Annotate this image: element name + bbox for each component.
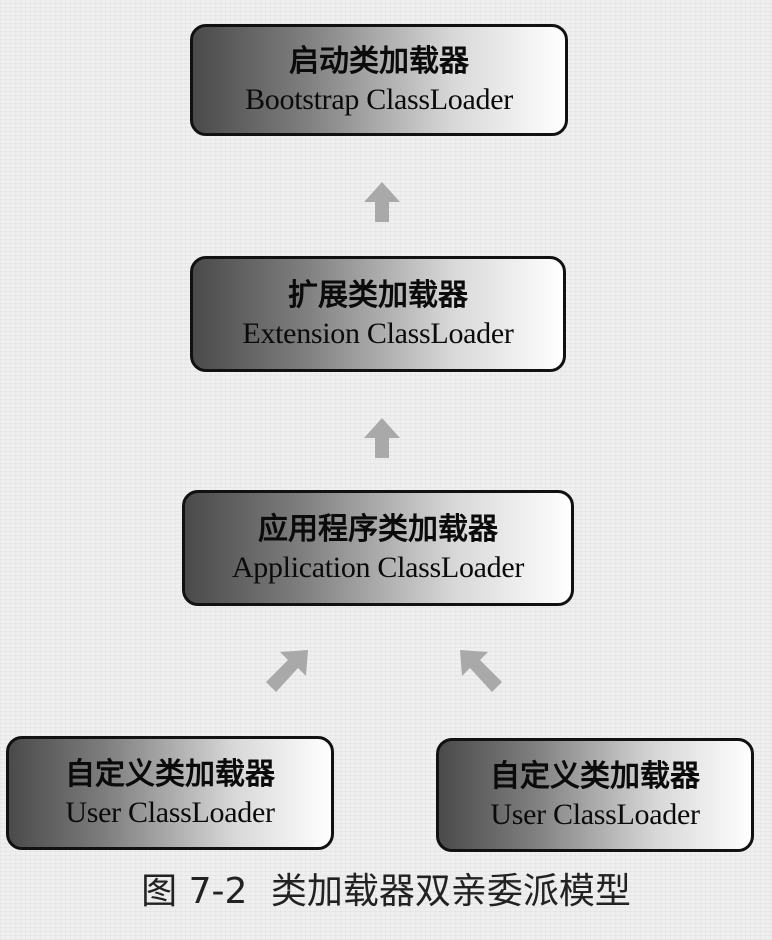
diagonal-arrow-icon: [460, 650, 502, 692]
diagonal-arrow-icon: [266, 650, 308, 692]
user-classloader-right-en: User ClassLoader: [490, 798, 700, 831]
figure-number: 图 7-2: [141, 871, 248, 912]
user-classloader-left-box: 自定义类加载器 User ClassLoader: [6, 736, 334, 850]
bootstrap-classloader-box: 启动类加载器 Bootstrap ClassLoader: [190, 24, 568, 136]
up-arrow-icon: [364, 182, 400, 222]
figure-caption: 图 7-2 类加载器双亲委派模型: [0, 868, 772, 916]
up-arrow-icon: [364, 418, 400, 458]
application-classloader-zh: 应用程序类加载器: [258, 512, 498, 547]
application-classloader-box: 应用程序类加载器 Application ClassLoader: [182, 490, 574, 606]
bootstrap-classloader-en: Bootstrap ClassLoader: [245, 83, 513, 116]
user-classloader-left-en: User ClassLoader: [65, 796, 275, 829]
figure-title: 类加载器双亲委派模型: [270, 871, 631, 912]
user-classloader-right-box: 自定义类加载器 User ClassLoader: [436, 738, 754, 852]
extension-classloader-en: Extension ClassLoader: [242, 317, 514, 350]
user-classloader-left-zh: 自定义类加载器: [65, 757, 275, 792]
extension-classloader-zh: 扩展类加载器: [288, 278, 468, 313]
extension-classloader-box: 扩展类加载器 Extension ClassLoader: [190, 256, 566, 372]
user-classloader-right-zh: 自定义类加载器: [490, 759, 700, 794]
bootstrap-classloader-zh: 启动类加载器: [289, 44, 469, 79]
application-classloader-en: Application ClassLoader: [231, 551, 525, 584]
